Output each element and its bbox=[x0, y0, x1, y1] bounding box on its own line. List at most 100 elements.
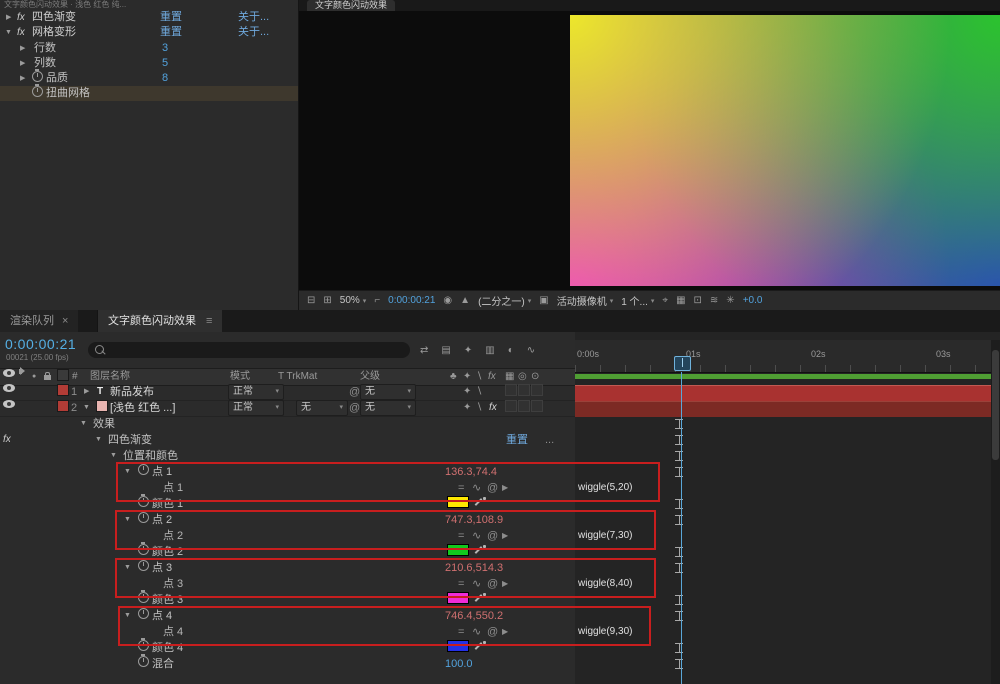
composition-viewer[interactable] bbox=[299, 11, 1000, 290]
viewer-timecode[interactable]: 0:00:00:21 bbox=[388, 295, 435, 306]
expand-arrow-icon[interactable] bbox=[84, 384, 89, 400]
collapse-switch-icon[interactable] bbox=[463, 384, 471, 400]
layer-row-2[interactable]: 2 [浅色 红色 ...] 正常 无 @ 无 bbox=[0, 400, 575, 417]
show-channel-icon[interactable] bbox=[460, 295, 470, 306]
eye-icon[interactable] bbox=[3, 384, 15, 392]
exposure-icon[interactable] bbox=[726, 295, 734, 306]
blend-mode-dropdown[interactable]: 正常 bbox=[228, 384, 284, 400]
effect-toggle-icon[interactable]: fx bbox=[3, 432, 11, 448]
parent-pickwhip-icon[interactable]: @ bbox=[349, 384, 360, 400]
layer-name[interactable]: 新品发布 bbox=[110, 384, 154, 400]
expand-arrow-icon[interactable] bbox=[20, 71, 25, 86]
panel-menu-icon[interactable]: ≡ bbox=[206, 315, 212, 327]
stopwatch-icon[interactable] bbox=[32, 71, 43, 82]
tab-timeline-composition[interactable]: 文字颜色闪动效果≡ bbox=[97, 310, 222, 332]
expand-arrow-icon[interactable] bbox=[20, 56, 25, 71]
expand-arrow-icon[interactable] bbox=[6, 10, 11, 25]
effects-group-row[interactable]: 效果 bbox=[0, 416, 575, 432]
choose-grid-icon[interactable] bbox=[323, 295, 331, 306]
magnification-dropdown[interactable]: 50% bbox=[340, 295, 367, 306]
current-timecode[interactable]: 0:00:00:21 bbox=[5, 336, 76, 352]
effect-row-mesh-warp: fx 网格变形 重置 关于... bbox=[0, 25, 298, 40]
effect-name[interactable]: 网格变形 bbox=[32, 25, 76, 40]
reset-link[interactable]: 重置 bbox=[506, 432, 528, 448]
layer-duration-bar[interactable] bbox=[575, 385, 991, 401]
collapse-arrow-icon[interactable] bbox=[95, 432, 102, 448]
resolution-dropdown[interactable]: (二分之一) bbox=[478, 293, 531, 308]
parent-pickwhip-icon[interactable]: @ bbox=[349, 400, 360, 416]
active-camera-dropdown[interactable]: 活动摄像机 bbox=[557, 293, 614, 308]
view-layout-dropdown[interactable]: 1 个... bbox=[621, 293, 654, 308]
tab-render-queue[interactable]: 渲染队列× bbox=[0, 310, 78, 332]
collapse-arrow-icon[interactable] bbox=[83, 400, 90, 416]
time-ruler[interactable]: 0:00s 01s 02s 03s bbox=[575, 340, 991, 373]
exposure-value[interactable]: +0.0 bbox=[743, 295, 763, 306]
trkmat-column-header[interactable]: T TrkMat bbox=[278, 369, 317, 385]
search-input[interactable] bbox=[110, 343, 404, 358]
switch-cell[interactable] bbox=[531, 400, 543, 412]
about-link[interactable]: 关于... bbox=[238, 10, 269, 25]
collapse-switch-icon[interactable] bbox=[463, 400, 471, 416]
switch-cell[interactable] bbox=[518, 400, 530, 412]
timeline-flow-icon[interactable] bbox=[710, 295, 718, 306]
layer-row-1[interactable]: 1 T 新品发布 正常 @ 无 bbox=[0, 384, 575, 401]
effect-name[interactable]: 四色渐变 bbox=[32, 10, 76, 25]
reset-link[interactable]: 重置 bbox=[160, 10, 182, 25]
quality-switch-icon[interactable] bbox=[476, 384, 482, 400]
reset-link[interactable]: 重置 bbox=[160, 25, 182, 40]
collapse-arrow-icon[interactable] bbox=[80, 416, 87, 432]
draft-3d-icon[interactable] bbox=[441, 345, 450, 356]
work-area-bar[interactable] bbox=[575, 374, 991, 379]
eye-icon[interactable] bbox=[3, 400, 15, 408]
quality-switch-icon[interactable] bbox=[476, 400, 482, 416]
tab-composition-viewer[interactable]: 文字颜色闪动效果 bbox=[307, 0, 395, 11]
composition-mini-flowchart-icon[interactable] bbox=[420, 345, 428, 356]
label-color-chip[interactable] bbox=[57, 400, 69, 412]
pixel-aspect-icon[interactable] bbox=[374, 295, 380, 306]
scrollbar-thumb[interactable] bbox=[992, 350, 999, 460]
close-tab-icon[interactable]: × bbox=[62, 315, 68, 327]
switch-cell[interactable] bbox=[505, 400, 517, 412]
search-box[interactable] bbox=[88, 342, 410, 358]
property-row-blend[interactable]: 混合 100.0 bbox=[0, 656, 575, 672]
parent-dropdown[interactable]: 无 bbox=[360, 384, 416, 400]
param-value[interactable]: 8 bbox=[162, 71, 168, 86]
region-of-interest-icon[interactable] bbox=[539, 295, 548, 306]
parent-dropdown[interactable]: 无 bbox=[360, 400, 416, 416]
property-value[interactable]: 100.0 bbox=[445, 656, 473, 672]
vertical-scrollbar[interactable] bbox=[991, 340, 1000, 684]
frame-blending-icon[interactable] bbox=[485, 345, 494, 356]
label-color-chip[interactable] bbox=[57, 384, 69, 396]
effect-name[interactable]: 四色渐变 bbox=[108, 432, 152, 448]
switch-cell[interactable] bbox=[531, 384, 543, 396]
playhead[interactable] bbox=[674, 356, 691, 371]
expand-arrow-icon[interactable] bbox=[20, 41, 25, 56]
layer-name[interactable]: [浅色 红色 ...] bbox=[110, 400, 175, 416]
guides-icon[interactable] bbox=[662, 295, 668, 306]
param-value[interactable]: 3 bbox=[162, 41, 168, 56]
stopwatch-icon[interactable] bbox=[138, 656, 149, 667]
graph-editor-icon[interactable] bbox=[527, 345, 535, 356]
motion-blur-icon[interactable] bbox=[508, 345, 514, 356]
layer-name-column-header[interactable]: 图层名称 bbox=[90, 369, 130, 385]
collapse-arrow-icon[interactable] bbox=[5, 25, 12, 40]
grid-icon[interactable] bbox=[676, 295, 685, 306]
trkmat-dropdown[interactable]: 无 bbox=[296, 400, 348, 416]
snapshot-icon[interactable] bbox=[443, 295, 452, 306]
stopwatch-icon[interactable] bbox=[32, 86, 43, 97]
mask-visibility-icon[interactable] bbox=[694, 295, 702, 306]
switch-cell[interactable] bbox=[505, 384, 517, 396]
parent-column-header[interactable]: 父级 bbox=[360, 369, 380, 385]
effect-row-four-color-gradient: fx 四色渐变 重置 关于... bbox=[0, 10, 298, 25]
blend-mode-dropdown[interactable]: 正常 bbox=[228, 400, 284, 416]
layer-duration-bar[interactable] bbox=[575, 401, 991, 417]
switch-cell[interactable] bbox=[518, 384, 530, 396]
more-icon[interactable]: ... bbox=[545, 432, 554, 448]
mode-column-header[interactable]: 模式 bbox=[230, 369, 250, 385]
effect-row[interactable]: fx 四色渐变 重置 ... bbox=[0, 432, 575, 448]
hide-shy-layers-icon[interactable] bbox=[464, 345, 472, 356]
about-link[interactable]: 关于... bbox=[238, 25, 269, 40]
always-preview-icon[interactable] bbox=[307, 295, 315, 306]
param-value[interactable]: 5 bbox=[162, 56, 168, 71]
effects-switch-icon[interactable] bbox=[489, 400, 497, 416]
